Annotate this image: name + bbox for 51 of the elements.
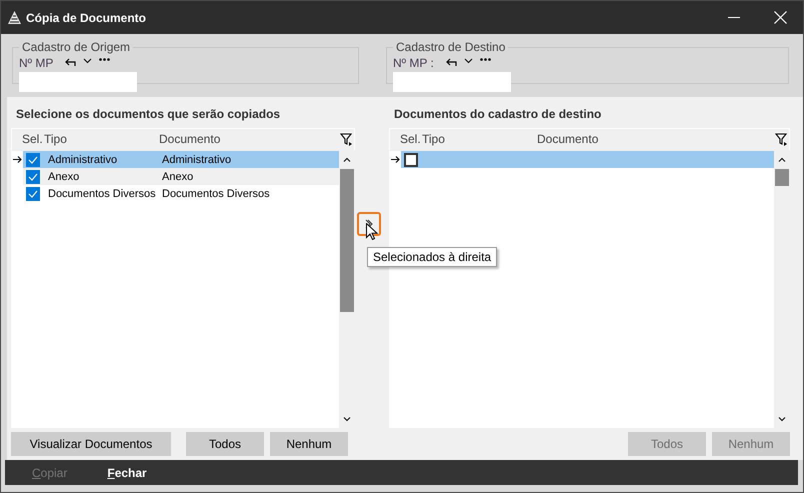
app-logo-icon (8, 11, 21, 24)
undo-icon[interactable] (65, 58, 76, 67)
table-cell: Anexo (162, 170, 194, 182)
checkbox[interactable] (26, 170, 40, 184)
group-title: Cadastro de Destino (395, 40, 506, 54)
table-cell-text: Anexo (48, 170, 80, 182)
grid-row[interactable]: Anexo Anexo (23, 168, 339, 185)
table-cell-text: Documentos Diversos (48, 188, 157, 200)
filter-icon[interactable] (774, 132, 788, 146)
checkbox[interactable] (26, 152, 40, 166)
column-header[interactable]: Sel. (390, 132, 422, 146)
chevron-down-icon[interactable] (343, 417, 351, 422)
filter-icon[interactable] (340, 132, 352, 146)
scrollbar-thumb[interactable] (775, 169, 789, 186)
undo-icon[interactable] (446, 58, 457, 67)
field-label: Nº MP (19, 56, 54, 70)
checkbox[interactable] (26, 186, 40, 200)
chevron-down-icon[interactable] (778, 417, 786, 422)
more-icon[interactable] (480, 58, 491, 61)
panel-heading: Documentos do cadastro de destino (393, 106, 602, 123)
footer-button[interactable]: Fechar (107, 466, 147, 480)
panel-heading: Selecione os documentos que serão copiados (15, 106, 282, 123)
more-icon[interactable] (99, 58, 110, 61)
table-cell: Administrativo (162, 154, 232, 166)
table-cell-text: Administrativo (48, 154, 118, 166)
input-field[interactable] (19, 72, 137, 92)
scrollbar-thumb[interactable] (340, 169, 354, 312)
column-header[interactable]: Sel. (12, 132, 44, 146)
chevron-down-icon[interactable] (464, 58, 473, 64)
chevron-up-icon[interactable] (778, 157, 786, 162)
column-header[interactable]: Tipo (44, 132, 159, 146)
grid-row[interactable]: Documentos Diversos Documentos Diversos (23, 185, 339, 202)
mouse-pointer-icon (366, 223, 378, 240)
input-field[interactable] (393, 72, 511, 92)
window-title: Cópia de Documento (26, 10, 146, 24)
tooltip: Selecionados à direita (367, 247, 498, 267)
chevron-up-icon[interactable] (343, 157, 351, 162)
table-cell: Documentos Diversos (162, 188, 270, 200)
action-button[interactable]: Visualizar Documentos (11, 432, 171, 456)
action-button[interactable]: Todos (186, 432, 264, 456)
column-header[interactable]: Tipo (422, 132, 537, 146)
close-icon[interactable] (774, 11, 786, 24)
checkbox[interactable] (404, 152, 418, 166)
action-button[interactable]: Nenhum (270, 432, 348, 456)
grid-row[interactable]: Administrativo Administrativo (23, 151, 339, 168)
column-header[interactable]: Documento (537, 132, 773, 146)
group-title: Cadastro de Origem (21, 40, 132, 54)
column-header[interactable]: Documento (159, 132, 338, 146)
field-label: Nº MP : (393, 56, 434, 70)
chevron-down-icon[interactable] (83, 58, 92, 64)
double-chevron-right-icon (365, 219, 373, 229)
